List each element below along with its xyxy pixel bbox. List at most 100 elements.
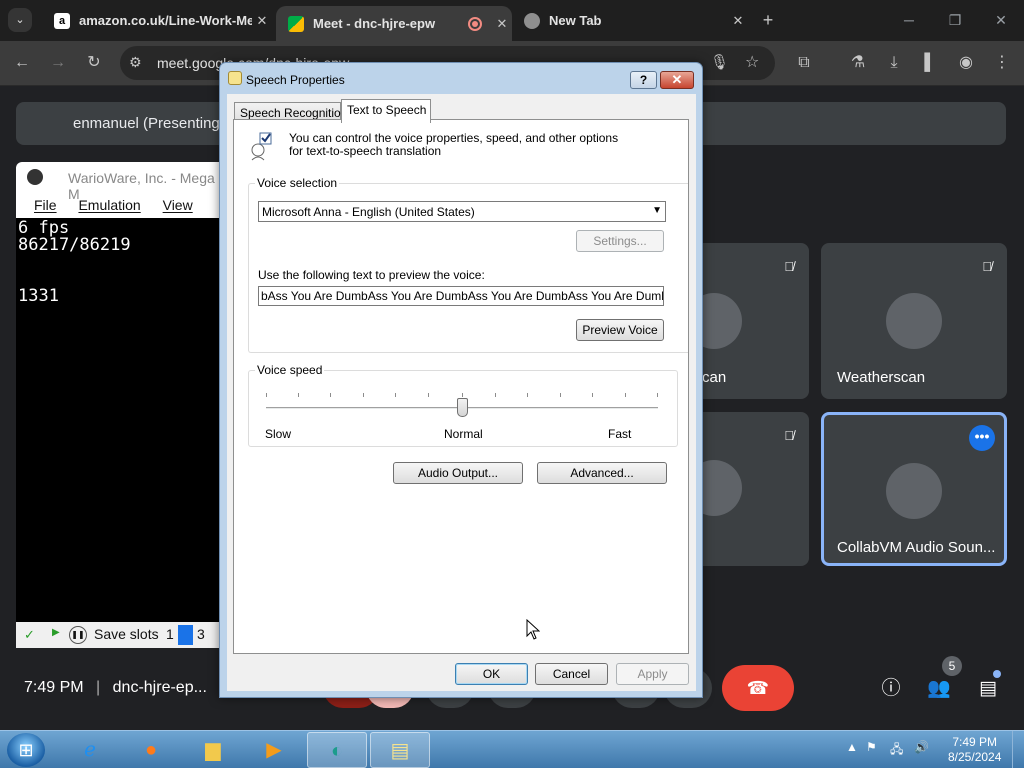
microphone-icon[interactable]: 🎙 xyxy=(710,53,729,71)
pause-icon[interactable]: ❚❚ xyxy=(69,626,87,644)
muted-mic-icon: 🎙̸ xyxy=(784,428,794,443)
meeting-info-icon[interactable]: ⓘ xyxy=(878,676,904,702)
action-center-flag-icon[interactable]: ⚑ xyxy=(866,740,877,754)
emulator-menu-file[interactable]: File xyxy=(34,197,57,213)
voice-speed-thumb[interactable] xyxy=(456,398,468,417)
participants-count-badge: 5 xyxy=(942,656,962,676)
slider-tick xyxy=(428,393,429,397)
network-icon[interactable]: 🖧 xyxy=(890,740,903,761)
slider-tick xyxy=(363,393,364,397)
labs-flask-icon[interactable]: ⚗ xyxy=(846,51,870,75)
separator: | xyxy=(96,679,101,696)
voice-select[interactable]: Microsoft Anna - English (United States)… xyxy=(258,201,666,222)
speed-slow-label: Slow xyxy=(265,427,292,441)
close-tab-icon[interactable]: ✕ xyxy=(728,13,748,29)
participant-tile-selected[interactable]: ••• CollabVM Audio Soun... xyxy=(821,412,1007,566)
show-hidden-icons[interactable]: ▲ xyxy=(846,740,858,754)
extensions-icon[interactable]: ⧉ xyxy=(792,51,816,75)
dialog-close-button[interactable]: ✕ xyxy=(660,71,694,89)
play-icon[interactable]: ▶ xyxy=(52,627,60,638)
new-tab-button[interactable]: + xyxy=(757,9,779,31)
show-desktop-button[interactable] xyxy=(1012,731,1024,768)
close-tab-icon[interactable]: ✕ xyxy=(492,16,512,32)
menu-icon[interactable]: ⋮ xyxy=(990,51,1014,75)
meeting-time: 7:49 PM xyxy=(24,679,84,696)
internet-explorer-icon[interactable]: ℯ xyxy=(60,732,120,768)
preview-text-input[interactable]: bAss You Are DumbAss You Are DumbAss You… xyxy=(258,286,664,306)
tab-title: New Tab xyxy=(549,13,602,28)
advanced-button[interactable]: Advanced... xyxy=(537,462,667,484)
voice-selected-value: Microsoft Anna - English (United States) xyxy=(262,205,475,219)
close-tab-icon[interactable]: ✕ xyxy=(252,13,272,29)
frame-counter-text: 86217/86219 xyxy=(18,235,131,255)
participant-tile[interactable]: 🎙̸ xyxy=(698,412,809,566)
people-icon[interactable]: 👥 xyxy=(926,676,952,702)
profile-icon[interactable]: ◉ xyxy=(954,51,978,75)
slider-tick xyxy=(657,393,658,397)
tab-amazon[interactable]: a amazon.co.uk/Line-Work-Melv ✕ xyxy=(42,6,272,35)
slider-tick xyxy=(266,393,267,397)
forward-icon[interactable]: → xyxy=(46,51,70,75)
site-info-icon[interactable]: ⚙ xyxy=(129,54,142,71)
emulator-menu-bar: File Emulation View xyxy=(16,192,220,218)
file-explorer-icon[interactable]: ▆ xyxy=(183,732,243,768)
volume-icon[interactable]: 🔊 xyxy=(914,740,929,754)
media-player-icon[interactable]: ▶ xyxy=(244,732,304,768)
preview-voice-button[interactable]: Preview Voice xyxy=(576,319,664,341)
cancel-button[interactable]: Cancel xyxy=(535,663,608,685)
help-button[interactable]: ? xyxy=(630,71,657,89)
firefox-icon[interactable]: ● xyxy=(121,732,181,768)
muted-mic-icon: 🎙̸ xyxy=(784,259,794,274)
apply-button[interactable]: Apply xyxy=(616,663,689,685)
tab-title: amazon.co.uk/Line-Work-Melv xyxy=(79,13,252,28)
ok-button[interactable]: OK xyxy=(455,663,528,685)
recording-icon xyxy=(468,16,482,31)
download-icon[interactable]: ⤓ xyxy=(882,51,906,75)
windows-taskbar: ⊞ ℯ ● ▆ ▶ ◐ ▤ ▲ ⚑ 🖧 🔊 7:49 PM 8/25/2024 xyxy=(0,730,1024,768)
back-icon[interactable]: ← xyxy=(10,51,34,75)
chevron-down-icon: ⌄ xyxy=(15,14,25,26)
tab-text-to-speech[interactable]: Text to Speech xyxy=(341,99,431,123)
emulator-status-bar: ✓ ▶ ❚❚ Save slots 1 3 xyxy=(16,622,220,648)
audio-output-button[interactable]: Audio Output... xyxy=(393,462,523,484)
tab-new-tab[interactable]: New Tab ✕ xyxy=(512,6,748,35)
save-slots-label: Save slots xyxy=(94,626,159,642)
participant-name: can xyxy=(702,369,727,386)
slider-tick xyxy=(527,393,528,397)
emulator-logo-icon xyxy=(27,169,43,185)
speech-properties-taskbar-icon[interactable]: ▤ xyxy=(370,732,430,768)
tab-search-button[interactable]: ⌄ xyxy=(8,8,32,32)
start-button[interactable]: ⊞ xyxy=(7,733,45,767)
settings-button[interactable]: Settings... xyxy=(576,230,664,252)
text-to-speech-panel: You can control the voice properties, sp… xyxy=(233,119,689,654)
tab-meet[interactable]: Meet - dnc-hjre-epw ✕ xyxy=(276,6,512,41)
taskbar-clock[interactable]: 7:49 PM 8/25/2024 xyxy=(948,735,1001,765)
avatar xyxy=(886,293,942,349)
more-options-button[interactable]: ••• xyxy=(969,425,995,451)
save-slot-3[interactable]: 3 xyxy=(197,626,205,642)
voice-speed-label: Voice speed xyxy=(255,363,325,377)
end-call-button[interactable]: ☎ xyxy=(722,665,794,711)
emulator-menu-emulation[interactable]: Emulation xyxy=(78,197,140,213)
clock-date: 8/25/2024 xyxy=(948,750,1002,764)
emulator-taskbar-icon[interactable]: ◐ xyxy=(307,732,367,768)
slider-tick xyxy=(395,393,396,397)
minimize-button[interactable]: ─ xyxy=(886,0,932,41)
maximize-button[interactable]: ❐ xyxy=(932,0,978,41)
meet-favicon-icon xyxy=(288,15,304,32)
speaker-head-icon xyxy=(248,132,272,161)
participant-tile[interactable]: 🎙̸ can xyxy=(698,243,809,399)
hang-up-icon: ☎ xyxy=(746,678,770,698)
bookmark-star-icon[interactable]: ☆ xyxy=(745,52,759,72)
reload-icon[interactable]: ↻ xyxy=(82,51,106,75)
chat-icon[interactable]: ▤ xyxy=(975,676,1001,702)
emulator-menu-view[interactable]: View xyxy=(163,197,193,213)
speed-fast-label: Fast xyxy=(608,427,632,441)
participant-tile[interactable]: 🎙̸ Weatherscan xyxy=(821,243,1007,399)
save-slot-1[interactable]: 1 xyxy=(166,626,174,642)
save-slot-2[interactable] xyxy=(178,625,193,645)
amazon-favicon-icon: a xyxy=(54,12,70,29)
window-close-button[interactable]: ✕ xyxy=(978,0,1024,41)
side-panel-icon[interactable]: ▌ xyxy=(918,51,942,75)
browser-tab-strip: ⌄ a amazon.co.uk/Line-Work-Melv ✕ Meet -… xyxy=(0,0,1024,41)
